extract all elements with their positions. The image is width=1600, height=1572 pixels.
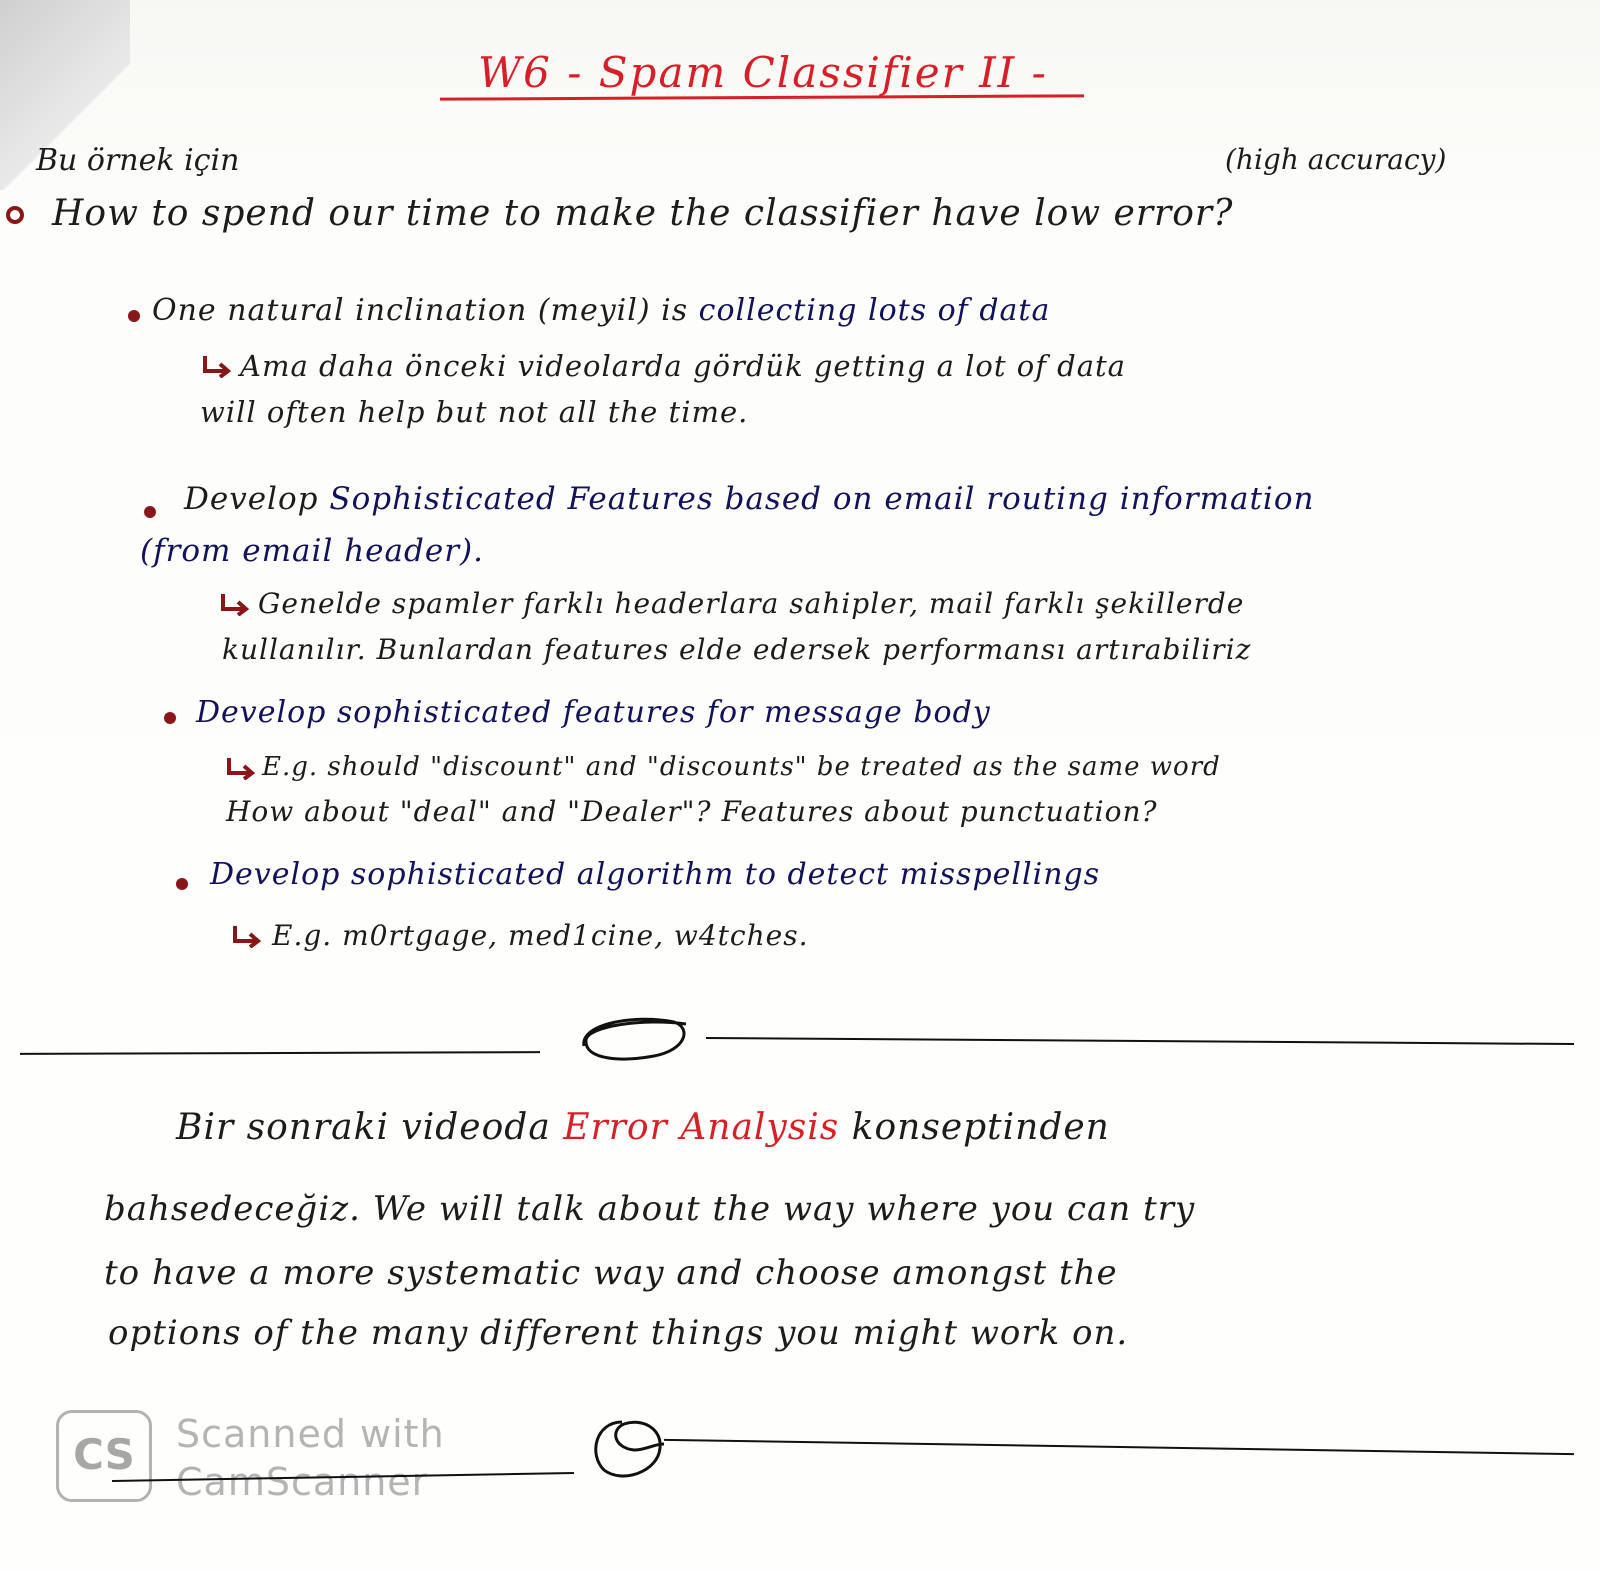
bullet-2-sub-2: kullanılır. Bunlardan features elde eder… [222,633,1252,666]
notebook-page: W6 - Spam Classifier II - Bu örnek için … [0,0,1600,1572]
scribble-loop-icon [594,1420,665,1478]
bullet-3-text-blue: Develop sophisticated features for messa… [196,695,991,730]
camscanner-logo: CS [56,1410,152,1502]
bullet-2-text-blue: Sophisticated Features based on email ro… [329,481,1315,517]
watermark-line-1: Scanned with [176,1412,445,1456]
bullet-3-sub-1: E.g. should "discount" and "discounts" b… [262,752,1221,782]
bullet-dot-icon [176,878,188,890]
bullet-1-sub-2: will often help but not all the time. [200,395,749,429]
bullet-1: One natural inclination (meyil) is colle… [152,296,1050,326]
header-note-right: (high accuracy) [1225,143,1447,176]
closing-line-2: bahsedeceğiz. We will talk about the way… [104,1189,1196,1229]
scribble-loop-icon [582,1017,687,1061]
bullet-3-sub-2: How about "deal" and "Dealer"? Features … [226,795,1158,828]
bullet-2-text-blue-2: (from email header). [140,533,484,569]
section-divider [664,1438,1574,1456]
bullet-dot-icon [164,712,176,724]
bullet-4-sub-1: E.g. m0rtgage, med1cine, w4tches. [272,919,809,952]
bullet-4-text-blue: Develop sophisticated algorithm to detec… [210,857,1101,892]
section-divider [19,1051,541,1055]
watermark-line-2: CamScanner [176,1460,429,1504]
bullet-2-sub-1: Genelde spamler farklı headerlara sahipl… [258,587,1245,620]
bullet-2: Develop Sophisticated Features based on … [184,484,1314,515]
bullet-1-text-blue: collecting lots of data [698,293,1051,328]
arrow-right-icon [221,594,250,616]
bullet-1-text-dark: One natural inclination (meyil) is [152,293,689,328]
main-question: How to spend our time to make the classi… [52,193,1234,234]
page-title: W6 - Spam Classifier II - [478,48,1048,97]
arrow-right-icon [233,926,262,948]
header-note-left: Bu örnek için [36,143,240,178]
section-divider [706,1036,1574,1046]
main-bullet-icon [6,206,24,224]
arrow-right-icon [203,356,232,378]
closing-line-1: Bir sonraki videoda Error Analysis konse… [176,1110,1110,1146]
closing-line-3: to have a more systematic way and choose… [104,1253,1118,1293]
closing-line-1-a: Bir sonraki videoda [176,1107,551,1148]
arrow-right-icon [227,758,256,780]
camscanner-watermark: CS Scanned with CamScanner [56,1410,476,1520]
bullet-dot-icon [144,506,156,518]
closing-line-4: options of the many different things you… [108,1313,1129,1353]
bullet-dot-icon [128,310,140,322]
bullet-2-text-dark: Develop [184,481,319,517]
bullet-1-sub-1: Ama daha önceki videolarda gördük gettin… [240,349,1126,383]
closing-line-1-red: Error Analysis [563,1107,840,1148]
closing-line-1-b: konseptinden [851,1107,1110,1148]
